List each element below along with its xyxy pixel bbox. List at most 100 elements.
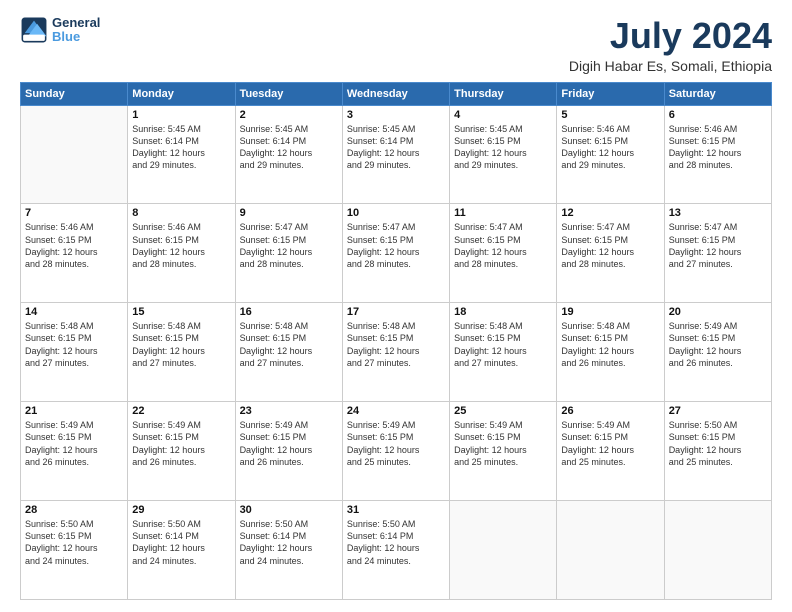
calendar-cell: 21Sunrise: 5:49 AMSunset: 6:15 PMDayligh… xyxy=(21,402,128,501)
col-sunday: Sunday xyxy=(21,82,128,105)
day-number: 9 xyxy=(240,207,338,219)
page: General Blue July 2024 Digih Habar Es, S… xyxy=(0,0,792,612)
day-info: Sunrise: 5:47 AMSunset: 6:15 PMDaylight:… xyxy=(669,221,767,270)
day-number: 19 xyxy=(561,306,659,318)
day-number: 7 xyxy=(25,207,123,219)
month-title: July 2024 xyxy=(569,16,772,56)
day-number: 28 xyxy=(25,504,123,516)
calendar-cell: 17Sunrise: 5:48 AMSunset: 6:15 PMDayligh… xyxy=(342,303,449,402)
location: Digih Habar Es, Somali, Ethiopia xyxy=(569,58,772,74)
day-number: 21 xyxy=(25,405,123,417)
day-number: 11 xyxy=(454,207,552,219)
col-monday: Monday xyxy=(128,82,235,105)
day-info: Sunrise: 5:49 AMSunset: 6:15 PMDaylight:… xyxy=(454,419,552,468)
day-number: 6 xyxy=(669,109,767,121)
day-number: 20 xyxy=(669,306,767,318)
calendar-cell: 14 Sunrise: 5:48 AMSunset: 6:15 PMDayligh… xyxy=(21,303,128,402)
calendar-cell: 9 Sunrise: 5:47 AMSunset: 6:15 PMDaylight… xyxy=(235,204,342,303)
calendar-cell: 13 Sunrise: 5:47 AMSunset: 6:15 PMDayligh… xyxy=(664,204,771,303)
day-number: 18 xyxy=(454,306,552,318)
day-number: 15 xyxy=(132,306,230,318)
calendar-cell xyxy=(21,105,128,204)
day-info: Sunrise: 5:48 AMSunset: 6:15 PMDaylight:… xyxy=(25,320,123,369)
calendar-cell: 1 Sunrise: 5:45 AMSunset: 6:14 PMDaylight… xyxy=(128,105,235,204)
day-info: Sunrise: 5:46 AMSunset: 6:15 PMDaylight:… xyxy=(132,221,230,270)
calendar-header-row: Sunday Monday Tuesday Wednesday Thursday… xyxy=(21,82,772,105)
day-info: Sunrise: 5:50 AMSunset: 6:15 PMDaylight:… xyxy=(25,518,123,567)
calendar-cell: 27 Sunrise: 5:50 AMSunset: 6:15 PMDayligh… xyxy=(664,402,771,501)
calendar-cell: 8Sunrise: 5:46 AMSunset: 6:15 PMDaylight… xyxy=(128,204,235,303)
day-number: 12 xyxy=(561,207,659,219)
calendar-week-row-1: 1 Sunrise: 5:45 AMSunset: 6:14 PMDaylight… xyxy=(21,105,772,204)
calendar-cell: 29Sunrise: 5:50 AMSunset: 6:14 PMDayligh… xyxy=(128,501,235,600)
col-wednesday: Wednesday xyxy=(342,82,449,105)
day-number: 10 xyxy=(347,207,445,219)
calendar-cell: 24 Sunrise: 5:49 AMSunset: 6:15 PMDayligh… xyxy=(342,402,449,501)
day-number: 4 xyxy=(454,109,552,121)
col-tuesday: Tuesday xyxy=(235,82,342,105)
day-info: Sunrise: 5:45 AMSunset: 6:15 PMDaylight:… xyxy=(454,123,552,172)
calendar-cell: 20 Sunrise: 5:49 AMSunset: 6:15 PMDayligh… xyxy=(664,303,771,402)
calendar-cell: 12 Sunrise: 5:47 AMSunset: 6:15 PMDayligh… xyxy=(557,204,664,303)
day-number: 31 xyxy=(347,504,445,516)
day-number: 2 xyxy=(240,109,338,121)
calendar-cell: 11Sunrise: 5:47 AMSunset: 6:15 PMDayligh… xyxy=(450,204,557,303)
calendar-table: Sunday Monday Tuesday Wednesday Thursday… xyxy=(20,82,772,600)
calendar-cell: 25 Sunrise: 5:49 AMSunset: 6:15 PMDayligh… xyxy=(450,402,557,501)
day-number: 24 xyxy=(347,405,445,417)
day-number: 23 xyxy=(240,405,338,417)
logo-icon xyxy=(20,16,48,44)
logo-text: General Blue xyxy=(52,16,100,45)
day-info: Sunrise: 5:49 AMSunset: 6:15 PMDaylight:… xyxy=(561,419,659,468)
day-info: Sunrise: 5:50 AMSunset: 6:15 PMDaylight:… xyxy=(669,419,767,468)
day-number: 13 xyxy=(669,207,767,219)
calendar-cell: 16Sunrise: 5:48 AMSunset: 6:15 PMDayligh… xyxy=(235,303,342,402)
day-info: Sunrise: 5:49 AMSunset: 6:15 PMDaylight:… xyxy=(669,320,767,369)
col-saturday: Saturday xyxy=(664,82,771,105)
day-number: 17 xyxy=(347,306,445,318)
calendar-week-row-3: 14 Sunrise: 5:48 AMSunset: 6:15 PMDayligh… xyxy=(21,303,772,402)
day-info: Sunrise: 5:50 AMSunset: 6:14 PMDaylight:… xyxy=(132,518,230,567)
calendar-cell: 26Sunrise: 5:49 AMSunset: 6:15 PMDayligh… xyxy=(557,402,664,501)
calendar-cell: 7Sunrise: 5:46 AMSunset: 6:15 PMDaylight… xyxy=(21,204,128,303)
day-number: 30 xyxy=(240,504,338,516)
calendar-cell: 5 Sunrise: 5:46 AMSunset: 6:15 PMDaylight… xyxy=(557,105,664,204)
calendar-cell: 2Sunrise: 5:45 AMSunset: 6:14 PMDaylight… xyxy=(235,105,342,204)
calendar-cell: 31 Sunrise: 5:50 AMSunset: 6:14 PMDayligh… xyxy=(342,501,449,600)
day-info: Sunrise: 5:48 AMSunset: 6:15 PMDaylight:… xyxy=(454,320,552,369)
calendar-cell: 15 Sunrise: 5:48 AMSunset: 6:15 PMDayligh… xyxy=(128,303,235,402)
day-info: Sunrise: 5:50 AMSunset: 6:14 PMDaylight:… xyxy=(347,518,445,567)
calendar-cell: 6 Sunrise: 5:46 AMSunset: 6:15 PMDaylight… xyxy=(664,105,771,204)
day-number: 25 xyxy=(454,405,552,417)
day-number: 3 xyxy=(347,109,445,121)
day-number: 14 xyxy=(25,306,123,318)
calendar-cell: 28 Sunrise: 5:50 AMSunset: 6:15 PMDayligh… xyxy=(21,501,128,600)
day-number: 27 xyxy=(669,405,767,417)
calendar-cell: 30 Sunrise: 5:50 AMSunset: 6:14 PMDayligh… xyxy=(235,501,342,600)
day-info: Sunrise: 5:49 AMSunset: 6:15 PMDaylight:… xyxy=(347,419,445,468)
day-number: 1 xyxy=(132,109,230,121)
calendar-week-row-5: 28 Sunrise: 5:50 AMSunset: 6:15 PMDayligh… xyxy=(21,501,772,600)
day-info: Sunrise: 5:49 AMSunset: 6:15 PMDaylight:… xyxy=(132,419,230,468)
calendar-cell: 3 Sunrise: 5:45 AMSunset: 6:14 PMDaylight… xyxy=(342,105,449,204)
day-info: Sunrise: 5:45 AMSunset: 6:14 PMDaylight:… xyxy=(132,123,230,172)
calendar-week-row-4: 21 Sunrise: 5:49 AMSunset: 6:15 PMDayligh… xyxy=(21,402,772,501)
title-area: July 2024 Digih Habar Es, Somali, Ethiop… xyxy=(569,16,772,74)
day-info: Sunrise: 5:50 AMSunset: 6:14 PMDaylight:… xyxy=(240,518,338,567)
day-info: Sunrise: 5:45 AMSunset: 6:14 PMDaylight:… xyxy=(347,123,445,172)
calendar-week-row-2: 7 Sunrise: 5:46 AMSunset: 6:15 PMDaylight… xyxy=(21,204,772,303)
day-info: Sunrise: 5:47 AMSunset: 6:15 PMDaylight:… xyxy=(240,221,338,270)
day-info: Sunrise: 5:48 AMSunset: 6:15 PMDaylight:… xyxy=(132,320,230,369)
calendar-cell: 4 Sunrise: 5:45 AMSunset: 6:15 PMDaylight… xyxy=(450,105,557,204)
calendar-cell xyxy=(557,501,664,600)
calendar-cell: 10Sunrise: 5:47 AMSunset: 6:15 PMDayligh… xyxy=(342,204,449,303)
day-info: Sunrise: 5:49 AMSunset: 6:15 PMDaylight:… xyxy=(240,419,338,468)
day-info: Sunrise: 5:46 AMSunset: 6:15 PMDaylight:… xyxy=(669,123,767,172)
day-info: Sunrise: 5:47 AMSunset: 6:15 PMDaylight:… xyxy=(561,221,659,270)
col-friday: Friday xyxy=(557,82,664,105)
calendar-cell: 19Sunrise: 5:48 AMSunset: 6:15 PMDayligh… xyxy=(557,303,664,402)
day-number: 16 xyxy=(240,306,338,318)
day-info: Sunrise: 5:46 AMSunset: 6:15 PMDaylight:… xyxy=(561,123,659,172)
col-thursday: Thursday xyxy=(450,82,557,105)
day-number: 5 xyxy=(561,109,659,121)
